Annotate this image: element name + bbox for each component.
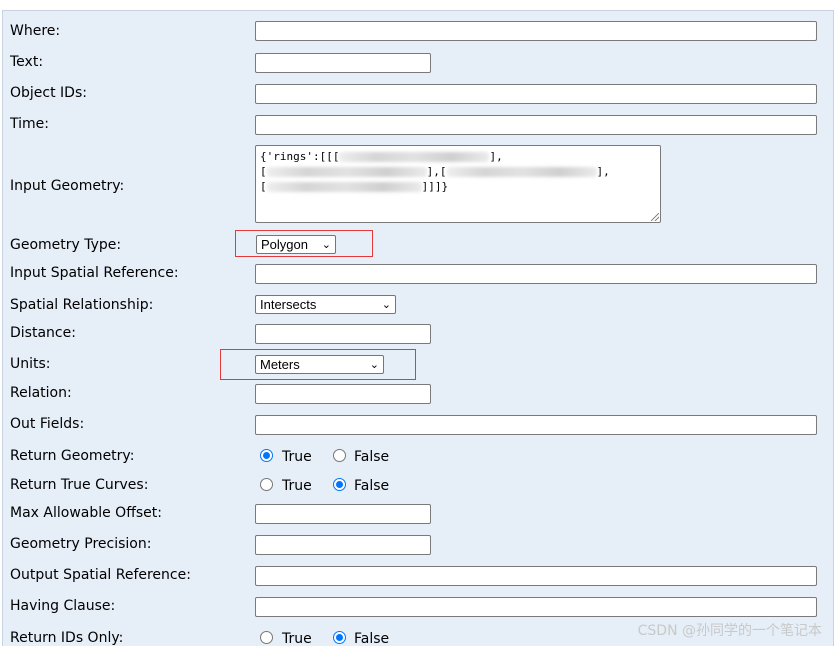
geometry-line-3: []]]} — [260, 180, 449, 193]
object-ids-label: Object IDs: — [10, 85, 87, 101]
output-spatial-reference-input[interactable] — [255, 566, 817, 586]
geometry-type-label: Geometry Type: — [10, 237, 122, 253]
units-label: Units: — [10, 356, 51, 372]
resize-grip-icon[interactable] — [651, 213, 659, 221]
text-input[interactable] — [255, 53, 431, 73]
input-geometry-textarea[interactable]: {'rings':[[[], [],[], []]]} — [255, 145, 661, 223]
return-ids-only-true-label: True — [282, 631, 312, 646]
time-input[interactable] — [255, 115, 817, 135]
relation-label: Relation: — [10, 385, 72, 401]
return-true-curves-true-label: True — [282, 478, 312, 494]
out-fields-label: Out Fields: — [10, 416, 85, 432]
max-allowable-offset-input[interactable] — [255, 504, 431, 524]
return-geometry-label: Return Geometry: — [10, 448, 135, 464]
output-spatial-reference-label: Output Spatial Reference: — [10, 567, 191, 583]
redacted-coordinates — [339, 152, 490, 162]
return-ids-only-false-radio[interactable] — [333, 631, 346, 644]
chevron-down-icon: ⌄ — [381, 298, 391, 311]
where-input[interactable] — [255, 21, 817, 41]
input-geometry-label: Input Geometry: — [10, 178, 125, 194]
object-ids-input[interactable] — [255, 84, 817, 104]
spatial-relationship-select[interactable]: Intersects ⌄ — [255, 295, 396, 314]
relation-input[interactable] — [255, 384, 431, 404]
return-ids-only-label: Return IDs Only: — [10, 630, 124, 646]
return-geometry-true-radio[interactable] — [260, 449, 273, 462]
max-allowable-offset-label: Max Allowable Offset: — [10, 505, 162, 521]
return-geometry-true-label: True — [282, 449, 312, 465]
distance-input[interactable] — [255, 324, 431, 344]
having-clause-input[interactable] — [255, 597, 817, 617]
watermark: CSDN @孙同学的一个笔记本 — [637, 623, 822, 639]
return-geometry-false-radio[interactable] — [333, 449, 346, 462]
redacted-coordinates — [266, 167, 427, 177]
input-spatial-reference-input[interactable] — [255, 264, 817, 284]
return-true-curves-false-label: False — [354, 478, 390, 494]
return-true-curves-false-radio[interactable] — [333, 478, 346, 491]
distance-label: Distance: — [10, 325, 76, 341]
return-geometry-false-label: False — [354, 449, 390, 465]
redacted-coordinates — [266, 182, 422, 192]
highlight-box-units — [220, 349, 416, 380]
return-ids-only-true-radio[interactable] — [260, 631, 273, 644]
input-spatial-reference-label: Input Spatial Reference: — [10, 265, 179, 281]
return-true-curves-label: Return True Curves: — [10, 477, 149, 493]
highlight-box-geometry-type — [235, 230, 373, 257]
query-form: Where: Text: Object IDs: Time: Input Geo… — [2, 10, 834, 646]
redacted-coordinates — [446, 167, 597, 177]
geometry-line-1: {'rings':[[[], — [260, 150, 503, 163]
return-true-curves-true-radio[interactable] — [260, 478, 273, 491]
time-label: Time: — [10, 116, 49, 132]
geometry-precision-label: Geometry Precision: — [10, 536, 152, 552]
out-fields-input[interactable] — [255, 415, 817, 435]
spatial-relationship-label: Spatial Relationship: — [10, 297, 154, 313]
return-ids-only-false-label: False — [354, 631, 390, 646]
geometry-line-2: [],[], — [260, 165, 610, 178]
where-label: Where: — [10, 23, 61, 39]
geometry-precision-input[interactable] — [255, 535, 431, 555]
text-label: Text: — [10, 54, 44, 70]
having-clause-label: Having Clause: — [10, 598, 116, 614]
